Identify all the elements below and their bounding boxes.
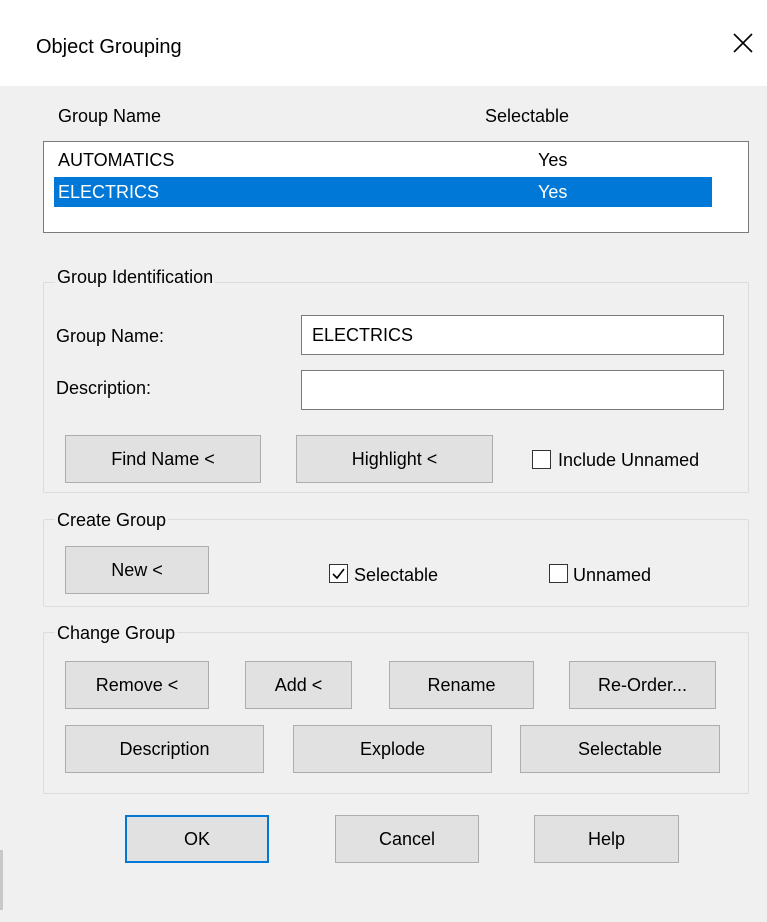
column-header-group-name: Group Name [58,106,162,126]
unnamed-label: Unnamed [573,565,652,585]
explode-button[interactable]: Explode [293,725,492,773]
list-item-selectable: Yes [538,182,568,202]
include-unnamed-checkbox[interactable] [532,450,551,469]
list-item-name: ELECTRICS [58,182,160,202]
rename-button[interactable]: Rename [389,661,534,709]
help-button[interactable]: Help [534,815,679,863]
column-header-selectable: Selectable [485,106,570,126]
description-field[interactable] [301,370,724,410]
new-button[interactable]: New < [65,546,209,594]
window-edge [0,850,3,910]
ok-button[interactable]: OK [125,815,269,863]
check-icon [332,568,345,580]
selectable-checkbox[interactable] [329,564,348,583]
cancel-button[interactable]: Cancel [335,815,479,863]
selectable-button[interactable]: Selectable [520,725,720,773]
group-list[interactable]: AUTOMATICS Yes ELECTRICS Yes [43,141,749,233]
description-label: Description: [56,378,152,398]
selectable-label: Selectable [354,565,439,585]
list-item-selected[interactable]: ELECTRICS Yes [54,177,712,207]
group-identification-legend: Group Identification [55,267,216,288]
list-item[interactable]: AUTOMATICS Yes [54,145,712,175]
remove-button[interactable]: Remove < [65,661,209,709]
create-group-legend: Create Group [55,510,169,531]
group-name-label: Group Name: [56,326,165,346]
unnamed-checkbox[interactable] [549,564,568,583]
dialog-title: Object Grouping [36,36,182,58]
group-name-field[interactable]: ELECTRICS [301,315,724,355]
description-button[interactable]: Description [65,725,264,773]
close-icon[interactable] [730,30,756,56]
window-top-edge [0,0,767,10]
list-item-name: AUTOMATICS [58,150,175,170]
find-name-button[interactable]: Find Name < [65,435,261,483]
reorder-button[interactable]: Re-Order... [569,661,716,709]
add-button[interactable]: Add < [245,661,352,709]
change-group-legend: Change Group [55,623,178,644]
list-item-selectable: Yes [538,150,568,170]
highlight-button[interactable]: Highlight < [296,435,493,483]
include-unnamed-label: Include Unnamed [558,450,700,470]
